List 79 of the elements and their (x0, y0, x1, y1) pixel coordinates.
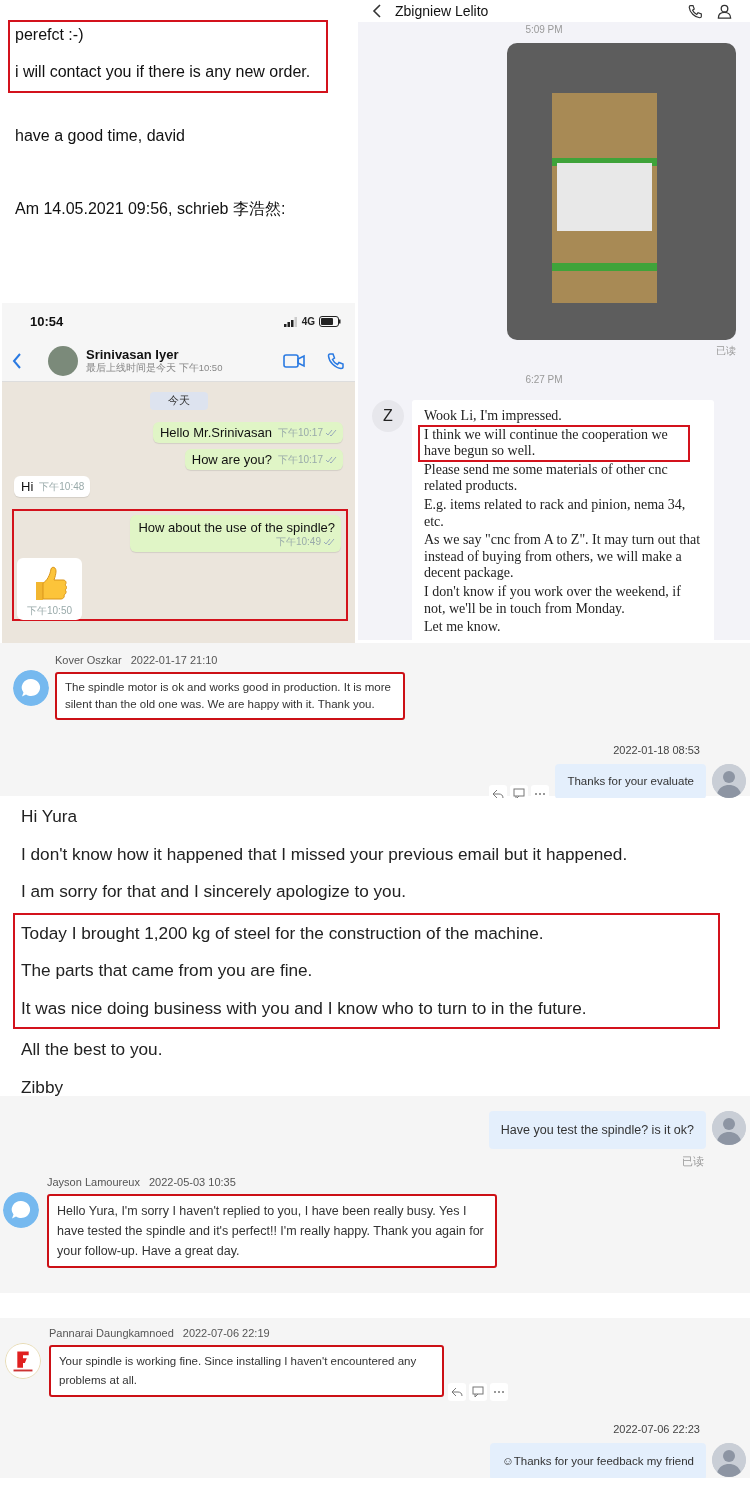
message-text: Wook Li, I'm impressed. (423, 407, 563, 425)
timestamp: 6:27 PM (524, 373, 564, 387)
read-status: 已读 (715, 344, 737, 358)
email-text: i will contact you if there is any new order. (15, 62, 312, 82)
status-time: 10:54 (30, 314, 64, 329)
message-text: How about the use of the spindle? (138, 520, 335, 535)
email-text: have a good time, david (15, 126, 186, 146)
avatar (712, 1111, 746, 1145)
message-text: E.g. items related to rack and pinion, nema 34, etc. (423, 495, 687, 531)
message-time: 下午10:50 (27, 604, 73, 618)
highlighted-text: I think we will continue the cooperation we have begun so well. (418, 424, 690, 462)
comment-button[interactable] (510, 785, 529, 798)
more-button[interactable] (490, 1383, 508, 1401)
sender-name: Kover Oszkar (55, 653, 122, 667)
read-ticks-icon (325, 456, 337, 464)
avatar (712, 1443, 746, 1477)
message-time: 下午10:48 (39, 480, 85, 494)
comment-button[interactable] (469, 1383, 487, 1401)
signal-icon (283, 316, 298, 327)
network-label: 4G (301, 316, 315, 327)
email-text: Zibby (21, 1075, 65, 1099)
logo-icon (5, 1343, 41, 1379)
message-text: Please send me some materials of other cnc related products. (423, 460, 669, 496)
email-text: All the best to you. (21, 1038, 164, 1061)
email-text: Hi Yura (21, 805, 79, 828)
message-text: How are you? (191, 452, 272, 467)
chat-bubble-icon (13, 670, 49, 706)
message-text: Let me know. (423, 618, 502, 637)
message-text: I don't know if you work over the weekend, if not, we'll be in touch from Monday. (423, 582, 682, 618)
message-time: 2022-07-06 22:19 (182, 1326, 270, 1340)
read-ticks-icon (323, 538, 335, 546)
last-seen: 最后上线时间是今天 下午10:50 (86, 361, 224, 375)
message-bubble: The spindle motor is ok and works good in production. It is more silent than the old one was. We are happy with it. Thank you. (55, 672, 405, 720)
date-chip: 今天 (149, 392, 208, 410)
message-text: Hi (21, 479, 34, 494)
battery-icon (319, 316, 341, 327)
message-text: As we say "cnc from A to Z". It may turn out that instead of buying from others, we will make a decent package. (423, 531, 702, 583)
message-time: 2022-01-18 08:53 (613, 744, 700, 758)
person-icon[interactable] (717, 3, 732, 19)
sender-name: Jayson Lamoureux (47, 1175, 140, 1189)
email-text: I am sorry for that and I sincerely apologize to you. (21, 880, 407, 903)
message-bubble: Thanks for your evaluate (555, 764, 706, 798)
message-time: 下午10:49 (275, 535, 321, 549)
message-text: Hello Mr.Srinivasan (159, 425, 272, 440)
contact-name: Srinivasan Iyer (86, 346, 180, 362)
more-button[interactable] (531, 785, 550, 798)
email-text: I don't know how it happened that I missed your previous email but it happened. (21, 842, 629, 866)
reply-icon (451, 1386, 463, 1398)
reply-button[interactable] (448, 1383, 466, 1401)
message-bubble: ☺Thanks for your feedback my friend (490, 1443, 706, 1478)
email-text: Am 14.05.2021 09:56, schrieb 李浩然: (15, 199, 287, 219)
email-text: Today I brought 1,200 kg of steel for the construction of the machine. (21, 921, 545, 945)
message-time: 下午10:17 (277, 426, 323, 440)
read-status: 已读 (682, 1154, 704, 1169)
email-text: The parts that came from you are fine. (21, 959, 314, 982)
message-bubble: Have you test the spindle? is it ok? (488, 1111, 706, 1149)
contact-name: Zbigniew Lelito (395, 3, 490, 19)
avatar[interactable] (48, 345, 78, 376)
email-text: perefct :-) (15, 25, 85, 45)
timestamp: 5:09 PM (524, 23, 564, 37)
phone-icon[interactable] (688, 3, 703, 19)
email-text: It was nice doing business with you and I know who to turn to in the future. (21, 996, 588, 1020)
read-ticks-icon (325, 429, 337, 437)
reply-icon (492, 788, 505, 798)
video-call-icon[interactable] (283, 353, 305, 368)
reply-button[interactable] (489, 785, 508, 798)
message-bubble: Your spindle is working fine. Since installing I haven't encountered any problems at all. (49, 1345, 444, 1397)
chat-bubble-icon (3, 1192, 39, 1228)
back-icon[interactable] (372, 4, 381, 18)
message-time: 2022-05-03 10:35 (148, 1175, 236, 1189)
comment-icon (513, 788, 526, 798)
message-time: 下午10:17 (277, 453, 323, 467)
message-bubble: Hello Yura, I'm sorry I haven't replied to you, I have been really busy. Yes I have tested the spindle and it's perfect!! I'm really happy. Thank you again for your follow-up. Have a great day. (47, 1194, 497, 1268)
message-time: 2022-07-06 22:23 (613, 1423, 700, 1437)
comment-icon (472, 1386, 484, 1398)
message-time: 2022-01-17 21:10 (130, 653, 218, 667)
avatar (712, 764, 746, 798)
avatar: Z (372, 400, 404, 432)
sender-name: Pannarai Daungkamnoed (49, 1326, 174, 1340)
